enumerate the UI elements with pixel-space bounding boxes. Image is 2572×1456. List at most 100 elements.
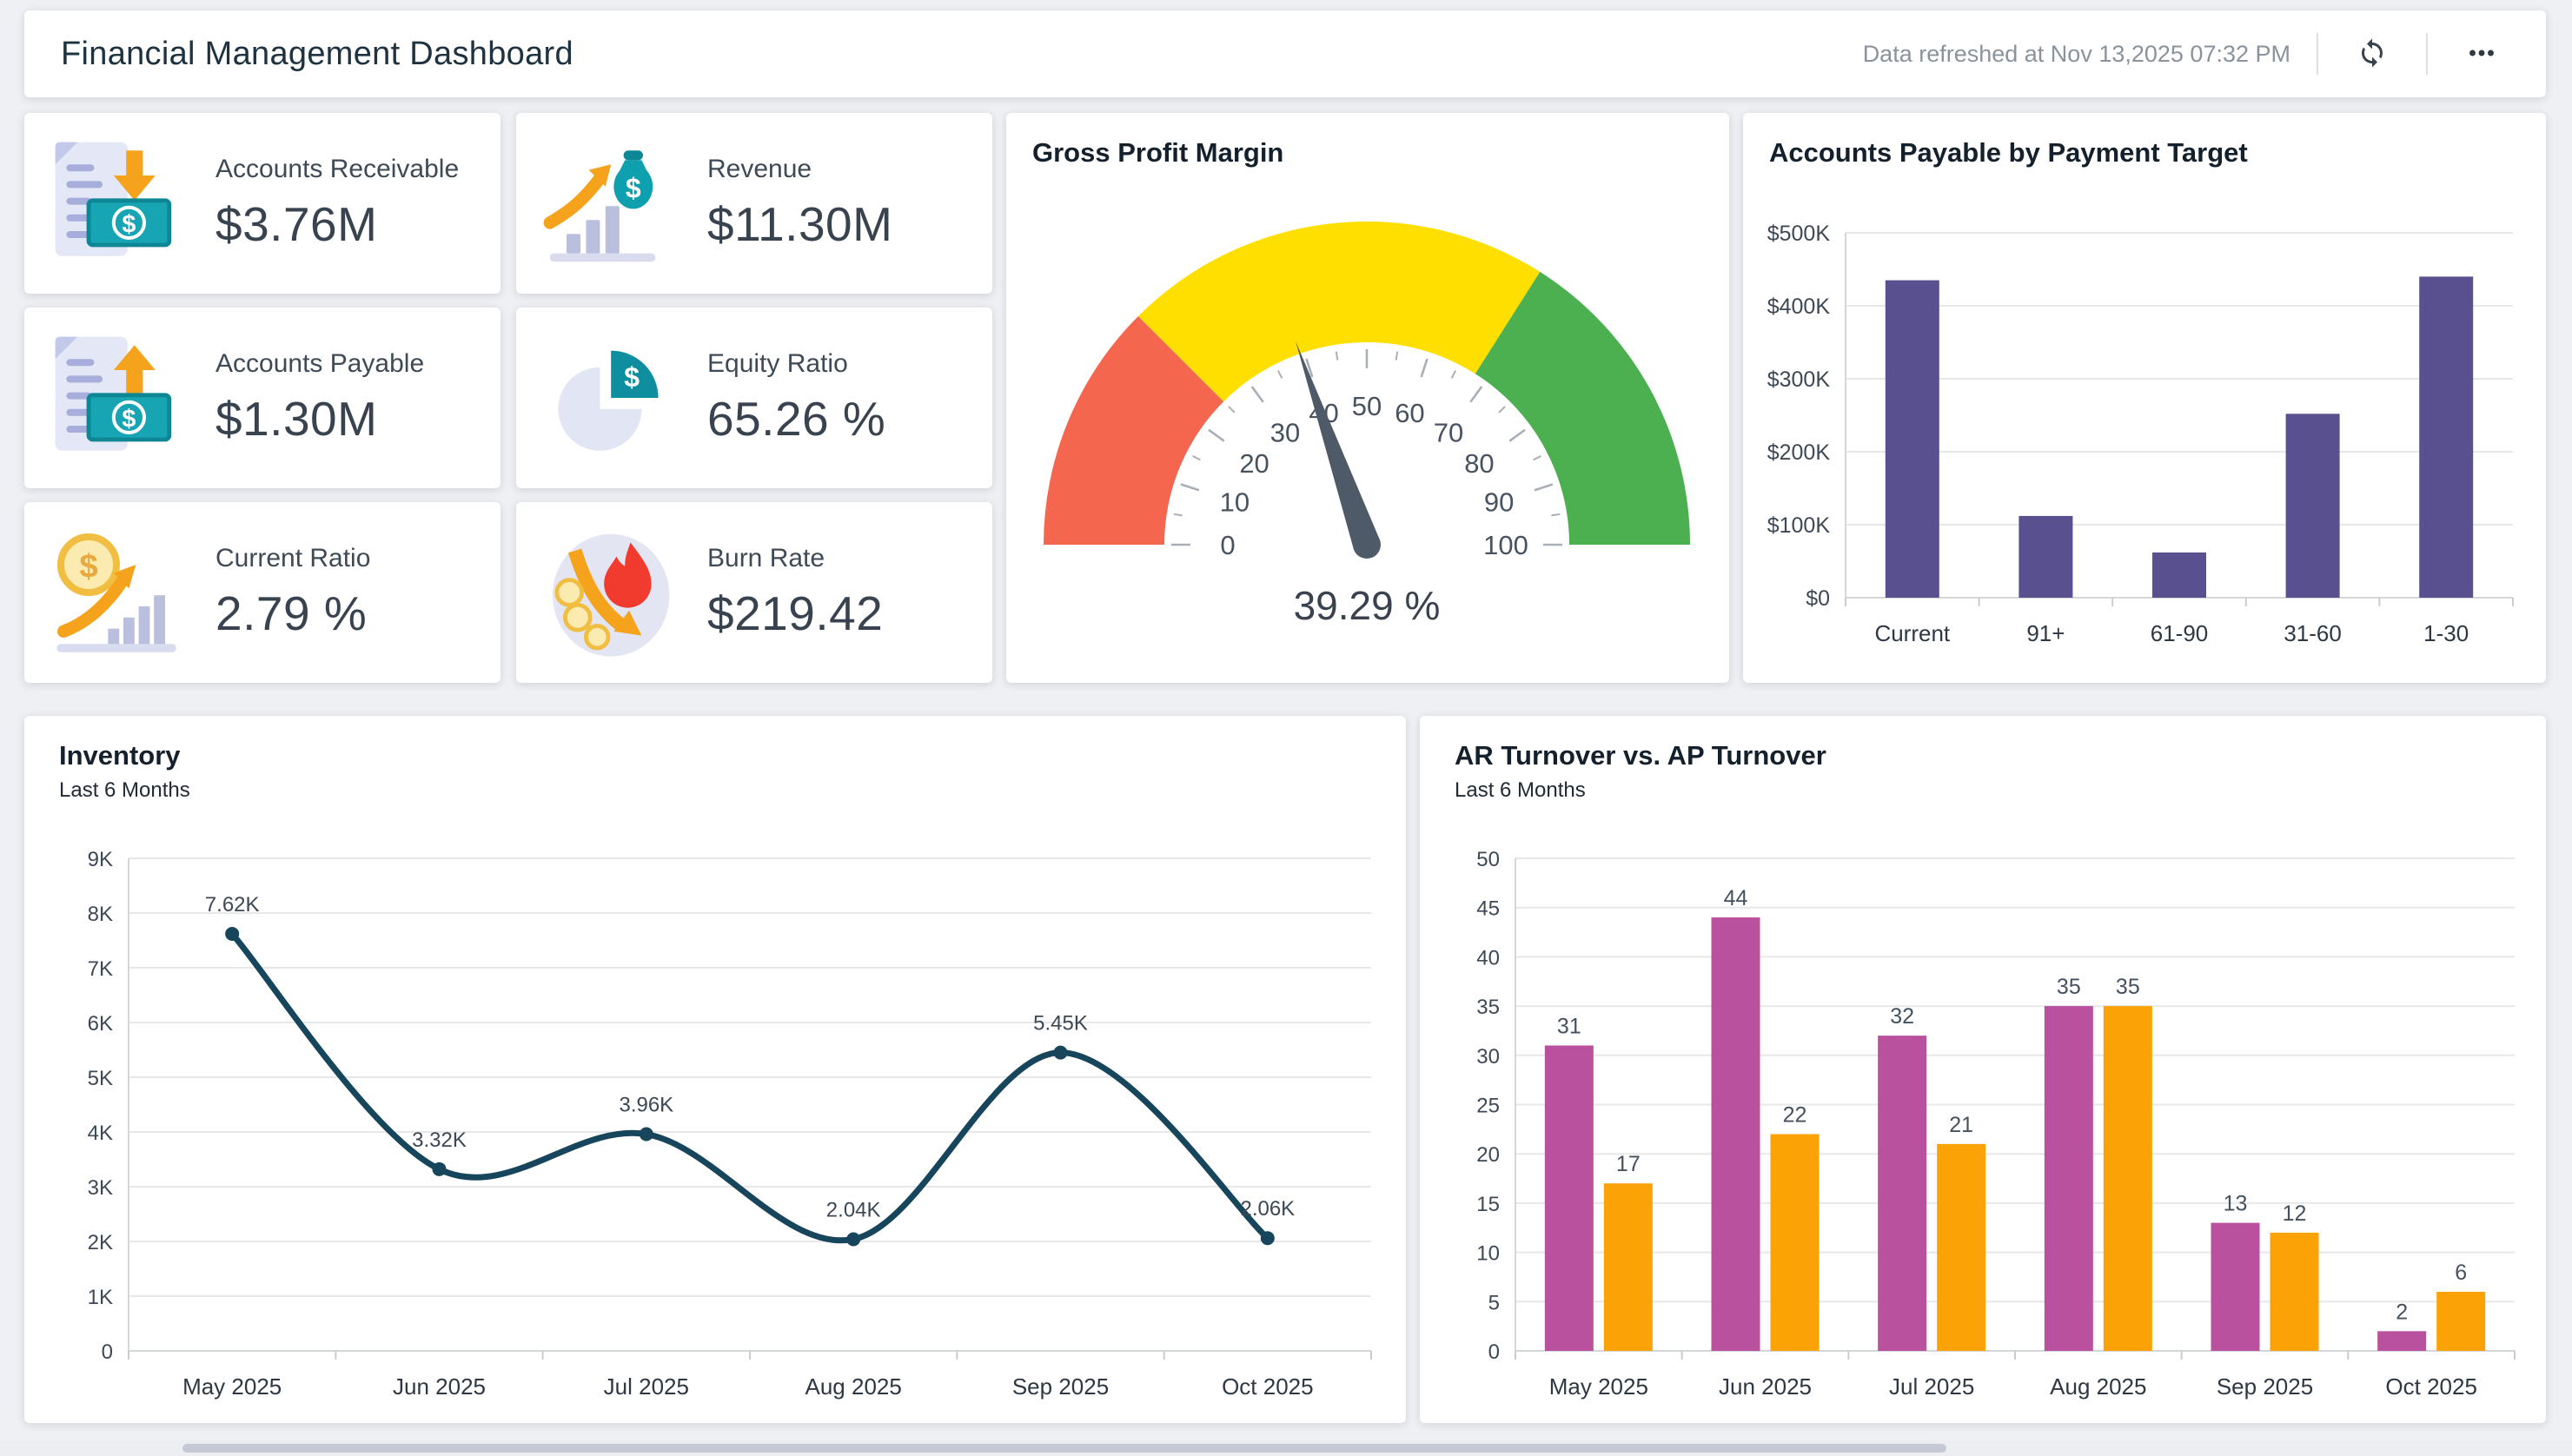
data-point[interactable] — [846, 1232, 860, 1246]
bar-ap-turnover[interactable] — [1937, 1144, 1985, 1351]
svg-text:Jul 2025: Jul 2025 — [604, 1373, 689, 1400]
bar-ar-turnover[interactable] — [2377, 1331, 2426, 1351]
svg-text:3.32K: 3.32K — [412, 1128, 467, 1152]
chart-subtitle: Last 6 Months — [1455, 778, 1586, 803]
svg-text:Aug 2025: Aug 2025 — [2050, 1373, 2146, 1400]
svg-text:15: 15 — [1476, 1193, 1500, 1216]
svg-text:Aug 2025: Aug 2025 — [805, 1373, 902, 1400]
svg-text:$: $ — [626, 173, 641, 204]
burn-rate-icon — [539, 523, 678, 662]
data-point[interactable] — [640, 1128, 653, 1142]
svg-text:Oct 2025: Oct 2025 — [2385, 1373, 2477, 1400]
data-point[interactable] — [225, 927, 239, 941]
svg-text:0: 0 — [1488, 1340, 1500, 1364]
svg-text:$200K: $200K — [1767, 440, 1831, 465]
equity-ratio-icon: $ — [539, 328, 678, 467]
svg-text:6K: 6K — [88, 1012, 113, 1036]
kpi-value: $219.42 — [707, 586, 883, 641]
accounts-receivable-icon: $ — [47, 134, 186, 273]
bar-accounts-payable[interactable] — [2152, 553, 2206, 598]
svg-text:61-90: 61-90 — [2151, 620, 2209, 646]
svg-text:Oct 2025: Oct 2025 — [1222, 1373, 1314, 1400]
kpi-value: $11.30M — [707, 196, 892, 252]
svg-text:Sep 2025: Sep 2025 — [2217, 1373, 2313, 1400]
refresh-button[interactable] — [2344, 32, 2400, 76]
bar-ar-turnover[interactable] — [2211, 1223, 2260, 1351]
scrollbar-thumb[interactable] — [182, 1444, 1946, 1453]
bar-ap-turnover[interactable] — [1771, 1135, 1820, 1351]
kpi-card-accounts-payable: $ Accounts Payable $1.30M — [24, 308, 500, 488]
bar-ap-turnover[interactable] — [2436, 1292, 2485, 1351]
gross-profit-margin-card: Gross Profit Margin 01020304050607080901… — [1006, 113, 1729, 683]
bar-accounts-payable[interactable] — [2419, 276, 2473, 598]
svg-text:90: 90 — [1484, 487, 1514, 518]
data-point[interactable] — [433, 1162, 447, 1176]
svg-text:2: 2 — [2396, 1300, 2408, 1324]
refresh-status-text: Data refreshed at Nov 13,2025 07:32 PM — [1863, 41, 2290, 68]
kpi-card-burn-rate: Burn Rate$219.42 — [516, 502, 992, 683]
bar-ap-turnover[interactable] — [1604, 1183, 1653, 1351]
horizontal-scrollbar[interactable] — [0, 1440, 2572, 1456]
svg-text:$: $ — [79, 547, 97, 585]
chart-subtitle: Last 6 Months — [59, 778, 190, 803]
svg-text:25: 25 — [1476, 1095, 1500, 1118]
bar-ar-turnover[interactable] — [1545, 1045, 1594, 1351]
svg-text:35: 35 — [2057, 975, 2081, 999]
more-options-button[interactable] — [2454, 32, 2509, 76]
bar-accounts-payable[interactable] — [2018, 516, 2072, 598]
svg-text:100: 100 — [1483, 530, 1528, 560]
kpi-text: Revenue$11.30M — [707, 155, 892, 252]
kpi-text: Burn Rate$219.42 — [707, 544, 883, 641]
kpi-label: Accounts Payable — [215, 349, 424, 379]
turnover-bar-chart[interactable]: 05101520253035404550May 2025Jun 2025Jul … — [1420, 811, 2546, 1420]
bar-accounts-payable[interactable] — [1886, 281, 1939, 598]
svg-text:35: 35 — [2116, 975, 2140, 999]
svg-text:13: 13 — [2224, 1192, 2248, 1216]
kpi-value: 65.26 % — [707, 391, 885, 447]
svg-text:$400K: $400K — [1767, 295, 1831, 319]
svg-text:91+: 91+ — [2026, 620, 2065, 646]
svg-text:1-30: 1-30 — [2423, 620, 2469, 646]
chart-title: Inventory — [59, 740, 181, 771]
svg-text:Jun 2025: Jun 2025 — [393, 1373, 486, 1400]
svg-text:80: 80 — [1464, 448, 1494, 479]
svg-text:7K: 7K — [88, 957, 113, 981]
gauge-chart[interactable]: 010203040506070809010039.29 % — [1006, 113, 1729, 683]
svg-text:12: 12 — [2283, 1201, 2307, 1226]
bar-ar-turnover[interactable] — [2045, 1006, 2093, 1351]
kpi-value: $1.30M — [215, 391, 424, 447]
kpi-card-accounts-receivable: $ Accounts Receivable $3.76M — [24, 113, 500, 294]
svg-text:35: 35 — [1476, 996, 1500, 1019]
bar-ap-turnover[interactable] — [2104, 1006, 2152, 1351]
bar-accounts-payable[interactable] — [2286, 414, 2340, 598]
chart-title: AR Turnover vs. AP Turnover — [1455, 740, 1826, 771]
ellipsis-icon — [2466, 37, 2497, 71]
kpi-label: Accounts Receivable — [215, 155, 459, 184]
header-divider — [2426, 33, 2428, 75]
svg-text:9K: 9K — [88, 848, 113, 871]
data-point[interactable] — [1261, 1231, 1275, 1245]
kpi-text: Equity Ratio65.26 % — [707, 349, 885, 447]
svg-text:20: 20 — [1239, 448, 1269, 479]
kpi-value: $3.76M — [215, 196, 459, 252]
inventory-line-chart[interactable]: 01K2K3K4K5K6K7K8K9KMay 2025Jun 2025Jul 2… — [24, 811, 1406, 1420]
svg-text:3K: 3K — [88, 1176, 113, 1200]
accounts-payable-icon: $ — [47, 328, 186, 467]
refresh-icon — [2357, 37, 2388, 71]
svg-text:$: $ — [122, 211, 136, 239]
svg-text:$500K: $500K — [1767, 222, 1831, 246]
bar-ar-turnover[interactable] — [1712, 917, 1760, 1351]
data-point[interactable] — [1054, 1046, 1068, 1060]
svg-text:5: 5 — [1488, 1291, 1500, 1314]
svg-text:5.45K: 5.45K — [1033, 1012, 1088, 1036]
svg-text:$: $ — [122, 406, 136, 433]
bar-ap-turnover[interactable] — [2270, 1233, 2319, 1351]
kpi-value: 2.79 % — [215, 586, 370, 641]
ap-aging-bar-chart[interactable]: $0$100K$200K$300K$400K$500KCurrent91+61-… — [1743, 208, 2546, 678]
svg-text:2.04K: 2.04K — [826, 1198, 881, 1221]
svg-text:30: 30 — [1270, 418, 1300, 448]
chart-title: Accounts Payable by Payment Target — [1769, 137, 2248, 169]
kpi-label: Current Ratio — [215, 544, 370, 573]
svg-text:2K: 2K — [88, 1231, 113, 1254]
bar-ar-turnover[interactable] — [1878, 1036, 1926, 1351]
